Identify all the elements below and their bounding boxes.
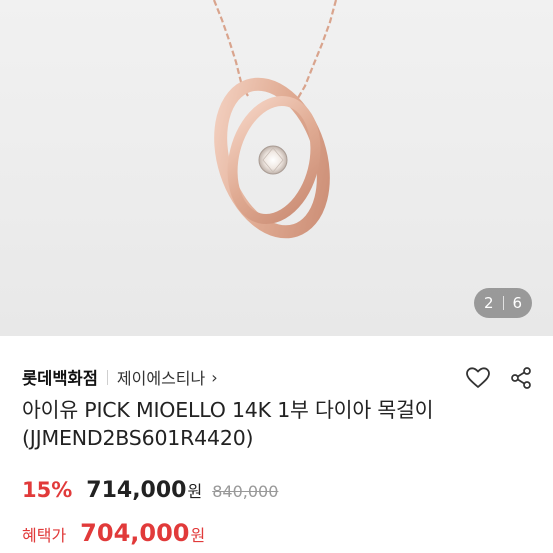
benefit-price: 704,000 — [80, 519, 190, 547]
pager-total: 6 — [512, 294, 523, 312]
product-info: 롯데백화점 제이에스티나 › 아이유 PICK MIOELLO 14K 1부 다… — [0, 336, 553, 553]
store-divider — [106, 369, 108, 385]
sale-price: 714,000 — [86, 478, 187, 503]
benefit-label: 혜택가 — [22, 526, 67, 545]
heart-icon[interactable] — [465, 366, 491, 394]
price-row: 15% 714,000 원 840,000 — [22, 478, 278, 503]
necklace-illustration — [212, 0, 338, 239]
original-price: 840,000 — [212, 482, 279, 501]
discount-rate: 15% — [22, 478, 73, 502]
benefit-price-unit: 원 — [190, 526, 206, 545]
brand-link[interactable]: 제이에스티나 — [117, 365, 205, 389]
action-buttons — [465, 366, 533, 394]
share-icon[interactable] — [509, 366, 533, 394]
image-pager: 2 6 — [474, 288, 532, 318]
chevron-right-icon[interactable]: › — [211, 368, 217, 387]
store-row: 롯데백화점 제이에스티나 › — [22, 364, 218, 390]
benefit-price-row: 혜택가 704,000 원 — [22, 519, 205, 547]
price-unit: 원 — [187, 482, 203, 501]
product-title: 아이유 PICK MIOELLO 14K 1부 다이아 목걸이 (JJMEND2… — [22, 398, 434, 450]
pager-current: 2 — [483, 294, 494, 312]
pager-divider — [502, 296, 504, 310]
product-image[interactable]: 2 6 — [0, 0, 553, 336]
store-name[interactable]: 롯데백화점 — [22, 365, 98, 389]
